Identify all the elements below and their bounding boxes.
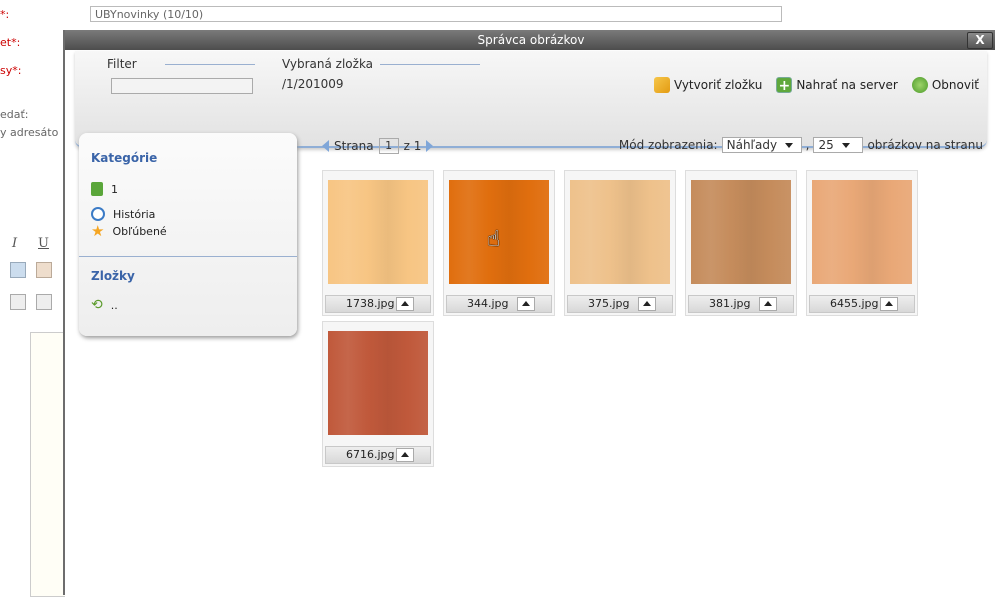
dialog-title: Správca obrázkov [477, 33, 585, 47]
upload-label: Nahrať na server [796, 78, 898, 92]
editor-area[interactable] [30, 332, 65, 597]
filter-label: Filter [107, 57, 137, 71]
view-mode-value: Náhľady [726, 138, 778, 152]
upload-icon: + [776, 77, 793, 94]
table-icon-2[interactable] [36, 294, 52, 310]
clock-icon [91, 207, 105, 221]
bg-label-5: y adresáto [0, 126, 59, 139]
table-icon[interactable] [10, 294, 26, 310]
new-folder-icon [653, 77, 670, 93]
next-page-icon[interactable] [426, 140, 434, 152]
image-preview[interactable] [812, 180, 912, 284]
title-input[interactable]: UBYnovinky (10/10) [90, 6, 782, 22]
create-folder-button[interactable]: Vytvoriť zložku [653, 77, 763, 93]
underline-icon[interactable]: U [38, 236, 49, 251]
create-folder-label: Vytvoriť zložku [673, 78, 763, 92]
image-filename: 1738.jpg [346, 297, 395, 310]
book-icon [91, 182, 103, 196]
view-mode: Mód zobrazenia: Náhľady , 25 obrázkov na… [619, 137, 983, 153]
prev-page-icon[interactable] [322, 140, 329, 152]
paste-icon[interactable] [36, 262, 52, 278]
category-label: História [113, 207, 156, 221]
folder-item-up[interactable]: ⟲ .. [91, 297, 118, 313]
category-item-favorites[interactable]: ★ Obľúbené [91, 222, 167, 240]
page-input[interactable]: 1 [378, 138, 399, 154]
image-thumbnail[interactable]: 381.jpg [685, 170, 797, 316]
per-page-value: 25 [818, 138, 834, 152]
bg-label-2: et*: [0, 36, 21, 49]
image-thumbnail[interactable]: 6716.jpg [322, 321, 434, 467]
filter-divider [165, 64, 255, 65]
image-manager-dialog: Správca obrázkov X Filter Vybraná zložka… [63, 30, 995, 595]
thumb-caption: 381.jpg [688, 295, 794, 313]
thumb-caption: 6455.jpg [809, 295, 915, 313]
pager: Strana 1 z 1 [322, 138, 434, 154]
image-preview[interactable] [328, 331, 428, 435]
view-mode-label: Mód zobrazenia: [618, 138, 718, 152]
image-filename: 6716.jpg [346, 448, 395, 461]
image-filename: 381.jpg [709, 297, 751, 310]
chevron-down-icon [841, 142, 850, 148]
italic-icon[interactable]: I [12, 236, 17, 251]
per-page-select[interactable]: 25 [813, 137, 864, 153]
bg-label-4: edať: [0, 108, 29, 121]
thumb-menu-button[interactable] [638, 297, 656, 311]
bg-label-1: *: [0, 8, 10, 21]
image-filename: 344.jpg [467, 297, 509, 310]
category-label: Obľúbené [112, 224, 167, 238]
sidebar-divider [79, 256, 297, 257]
star-icon: ★ [91, 222, 105, 240]
selected-folder-label: Vybraná zložka [282, 57, 374, 71]
thumb-caption: 6716.jpg [325, 446, 431, 464]
chevron-down-icon [785, 142, 794, 148]
copy-icon[interactable] [10, 262, 26, 278]
folders-title: Zložky [91, 269, 135, 283]
thumb-menu-button[interactable] [517, 297, 535, 311]
per-page-suffix: obrázkov na stranu [867, 138, 983, 152]
image-thumbnail[interactable]: 375.jpg [564, 170, 676, 316]
dialog-titlebar[interactable]: Správca obrázkov X [65, 30, 995, 50]
refresh-label: Obnoviť [931, 78, 979, 92]
thumb-menu-button[interactable] [759, 297, 777, 311]
category-label: 1 [111, 182, 118, 196]
category-item-1[interactable]: 1 [91, 182, 118, 196]
thumb-menu-button[interactable] [880, 297, 898, 311]
thumb-caption: 375.jpg [567, 295, 673, 313]
folder-divider [380, 64, 480, 65]
selected-folder-path: /1/201009 [282, 77, 344, 91]
thumb-menu-button[interactable] [396, 448, 414, 462]
thumb-menu-button[interactable] [396, 297, 414, 311]
page-prefix: Strana [334, 139, 374, 153]
image-preview[interactable] [570, 180, 670, 284]
sidebar: Kategórie 1 História ★ Obľúbené Zložky ⟲… [79, 133, 297, 336]
thumb-caption: 1738.jpg [325, 295, 431, 313]
refresh-icon [911, 77, 928, 93]
folder-label: .. [110, 298, 118, 312]
upload-button[interactable]: + Nahrať na server [776, 77, 898, 94]
view-mode-select[interactable]: Náhľady [721, 137, 802, 153]
filter-input[interactable] [111, 78, 253, 94]
toolbar-actions: Vytvoriť zložku + Nahrať na server Obnov… [653, 77, 979, 94]
bg-label-3: sy*: [0, 64, 22, 77]
image-preview[interactable] [328, 180, 428, 284]
page-of: z 1 [403, 139, 422, 153]
image-preview[interactable] [691, 180, 791, 284]
refresh-button[interactable]: Obnoviť [911, 77, 979, 93]
hand-cursor-icon: ☝ [487, 227, 501, 252]
image-thumbnail[interactable]: 1738.jpg [322, 170, 434, 316]
category-item-history[interactable]: História [91, 207, 155, 221]
close-button[interactable]: X [967, 32, 993, 49]
image-thumbnail[interactable]: 6455.jpg [806, 170, 918, 316]
up-folder-icon: ⟲ [91, 297, 103, 313]
thumb-caption: 344.jpg [446, 295, 552, 313]
image-filename: 375.jpg [588, 297, 630, 310]
image-filename: 6455.jpg [830, 297, 879, 310]
comma: , [805, 138, 810, 152]
categories-title: Kategórie [91, 151, 158, 165]
